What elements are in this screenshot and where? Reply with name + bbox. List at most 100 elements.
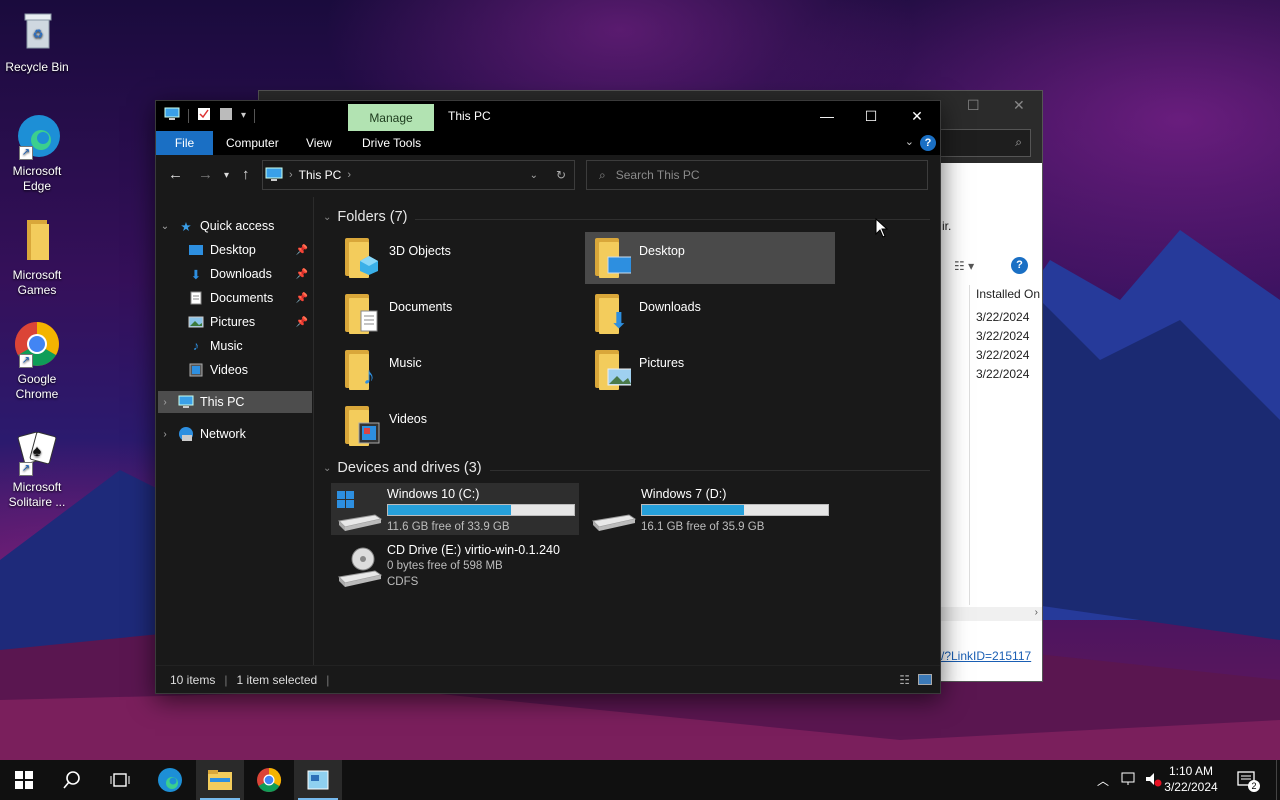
desktop-icon-solitaire[interactable]: ♠ ↗ Microsoft Solitaire ...	[2, 428, 72, 510]
drive-d[interactable]: Windows 7 (D:) 16.1 GB free of 35.9 GB	[585, 483, 833, 535]
folder-music[interactable]: ♪ Music	[335, 344, 585, 396]
breadcrumb-this-pc[interactable]: This PC	[299, 168, 342, 182]
chevron-right-icon[interactable]: ›	[158, 397, 172, 408]
column-divider	[969, 285, 970, 605]
minimize-icon[interactable]: —	[804, 101, 850, 131]
folder-documents[interactable]: Documents	[335, 288, 585, 340]
sidebar-item-documents[interactable]: Documents 📌	[158, 287, 312, 309]
sidebar-item-desktop[interactable]: Desktop 📌	[158, 239, 312, 261]
sidebar-item-label: Desktop	[210, 243, 256, 257]
maximize-icon[interactable]: ☐	[848, 101, 894, 131]
desktop-icon	[607, 254, 631, 276]
pin-icon: 📌	[295, 316, 308, 328]
chevron-down-icon[interactable]: ⌄	[323, 212, 331, 223]
tab-view[interactable]: View	[296, 131, 342, 155]
forward-arrow-icon[interactable]: →	[198, 166, 213, 183]
desktop-icon-games[interactable]: Microsoft Games	[2, 216, 72, 298]
horizontal-scrollbar[interactable]: ›	[941, 607, 1042, 621]
tab-file[interactable]: File	[156, 131, 213, 155]
desktop-icon-chrome[interactable]: ↗ Google Chrome	[2, 320, 72, 402]
folder-pictures[interactable]: Pictures	[585, 344, 835, 396]
network-icon[interactable]	[1120, 771, 1138, 790]
chevron-down-icon[interactable]: ⌄	[323, 463, 331, 474]
drive-e[interactable]: CD Drive (E:) virtio-win-0.1.240 0 bytes…	[331, 539, 579, 599]
show-hidden-icons-icon[interactable]: ︿	[1094, 772, 1112, 789]
sidebar-item-music[interactable]: ♪ Music	[158, 335, 312, 357]
search-box[interactable]: ⌕ Search This PC	[586, 160, 928, 190]
background-search-box[interactable]: ⌕	[939, 129, 1031, 157]
desktop-icon-edge[interactable]: ↗ Microsoft Edge	[2, 112, 72, 194]
computer-icon[interactable]	[164, 107, 180, 124]
download-icon: ⬇	[609, 308, 629, 333]
sidebar-item-this-pc[interactable]: › This PC	[158, 391, 312, 413]
chrome-icon[interactable]	[245, 760, 293, 800]
folder-name: Videos	[389, 412, 427, 426]
shortcut-arrow-icon: ↗	[19, 354, 33, 368]
sidebar-item-videos[interactable]: Videos	[158, 359, 312, 381]
date-cell: 3/22/2024	[976, 310, 1030, 324]
maximize-icon[interactable]: ☐	[967, 97, 980, 114]
refresh-icon[interactable]: ↻	[556, 168, 566, 182]
breadcrumb-separator-icon[interactable]: ›	[347, 169, 351, 181]
details-view-icon[interactable]: ☷	[899, 673, 910, 687]
title-bar[interactable]: ▾ Manage This PC — ☐ ✕	[156, 101, 940, 132]
help-icon[interactable]: ?	[920, 135, 936, 151]
search-icon[interactable]	[48, 760, 96, 800]
sidebar-item-downloads[interactable]: ⬇ Downloads 📌	[158, 263, 312, 285]
group-header-devices[interactable]: ⌄ Devices and drives (3)	[323, 460, 482, 476]
edge-icon[interactable]	[146, 760, 194, 800]
sidebar-item-quick-access[interactable]: ⌄ ★ Quick access	[158, 215, 312, 237]
scroll-right-icon[interactable]: ›	[1035, 607, 1038, 618]
window-title: This PC	[448, 109, 491, 123]
navigation-bar: ← → ▾ ↑ › This PC › ⌄ ↻ ⌕ Search This PC	[156, 155, 940, 197]
properties-icon[interactable]	[197, 107, 211, 124]
customize-toolbar-icon[interactable]: ▾	[241, 110, 246, 121]
mouse-cursor-icon	[875, 218, 889, 238]
new-folder-icon[interactable]	[219, 107, 233, 124]
close-icon[interactable]: ✕	[894, 101, 940, 131]
drive-c[interactable]: Windows 10 (C:) 11.6 GB free of 33.9 GB	[331, 483, 579, 535]
close-icon[interactable]: ✕	[1013, 97, 1025, 114]
cd-drive-icon	[335, 545, 383, 589]
app-icon[interactable]	[294, 760, 342, 800]
manage-tab[interactable]: Manage	[348, 104, 434, 132]
address-bar[interactable]: › This PC › ⌄ ↻	[262, 160, 575, 190]
music-icon: ♪	[192, 339, 200, 353]
sidebar-item-pictures[interactable]: Pictures 📌	[158, 311, 312, 333]
desktop-icon-recycle-bin[interactable]: ♻ Recycle Bin	[2, 8, 72, 75]
folder-videos[interactable]: Videos	[335, 400, 585, 452]
group-header-folders[interactable]: ⌄ Folders (7)	[323, 209, 408, 225]
drive-free-space: 11.6 GB free of 33.9 GB	[387, 521, 510, 533]
back-arrow-icon[interactable]: ←	[168, 166, 183, 183]
chevron-down-icon[interactable]: ⌄	[158, 221, 172, 232]
sidebar-item-network[interactable]: › Network	[158, 423, 312, 445]
tab-drive-tools[interactable]: Drive Tools	[352, 131, 431, 155]
clock[interactable]: 1:10 AM 3/22/2024	[1160, 763, 1222, 795]
file-explorer-window[interactable]: ▾ Manage This PC — ☐ ✕ File Computer Vie…	[155, 100, 941, 694]
folder-icon	[13, 216, 61, 264]
group-header-label: Folders (7)	[337, 209, 408, 225]
up-arrow-icon[interactable]: ↑	[242, 166, 250, 183]
recycle-bin-icon: ♻	[13, 8, 61, 56]
large-icons-view-icon[interactable]	[918, 674, 932, 685]
show-desktop-button[interactable]	[1276, 760, 1277, 800]
recent-locations-icon[interactable]: ▾	[224, 170, 229, 181]
start-icon[interactable]	[0, 760, 48, 800]
breadcrumb-separator-icon[interactable]: ›	[289, 169, 293, 181]
notifications-icon[interactable]: 2	[1236, 770, 1260, 795]
address-dropdown-icon[interactable]: ⌄	[530, 170, 538, 181]
folder-desktop[interactable]: Desktop	[585, 232, 835, 284]
tab-computer[interactable]: Computer	[216, 131, 289, 155]
folder-3d-objects[interactable]: 3D Objects	[335, 232, 585, 284]
column-header-installed-on[interactable]: Installed On	[976, 287, 1040, 301]
sidebar-item-label: Quick access	[200, 219, 275, 233]
search-icon: ⌕	[599, 167, 606, 182]
view-options-icon[interactable]: ☷ ▾	[954, 259, 974, 273]
task-view-icon[interactable]	[96, 760, 144, 800]
chevron-right-icon[interactable]: ›	[158, 429, 172, 440]
expand-ribbon-icon[interactable]: ⌄	[905, 135, 914, 148]
file-explorer-icon[interactable]	[196, 760, 244, 800]
folder-downloads[interactable]: ⬇ Downloads	[585, 288, 835, 340]
info-link[interactable]: /?LinkID=215117	[941, 649, 1031, 663]
help-icon[interactable]: ?	[1011, 257, 1028, 274]
